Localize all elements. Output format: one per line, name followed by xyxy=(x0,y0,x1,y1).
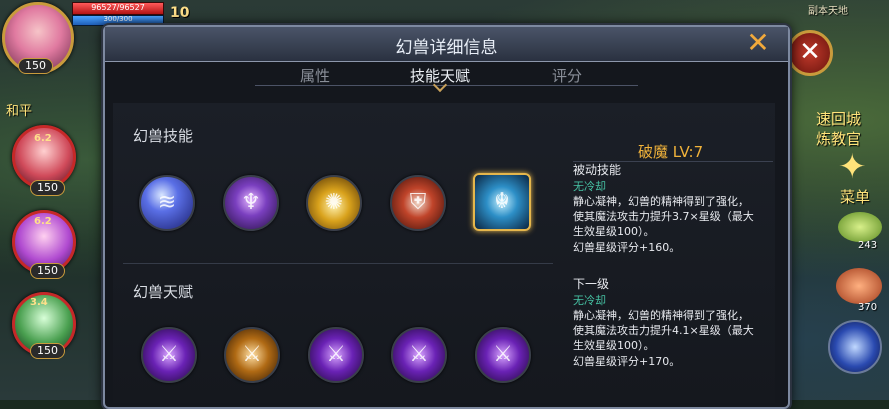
tab-attributes[interactable]: 属性 xyxy=(300,65,330,86)
dialog-title: 幻兽详细信息 xyxy=(395,38,498,58)
violet-blade-talent-icon[interactable]: ⚔ xyxy=(141,327,197,383)
compass-star-icon[interactable]: ✦ xyxy=(838,150,867,184)
talents-section-label: 幻兽天赋 xyxy=(133,283,194,301)
party-member-num-3: 3.4 xyxy=(30,297,48,308)
return-city-label[interactable]: 速回城 xyxy=(816,108,861,129)
party-member-num-1: 6.2 xyxy=(34,133,52,144)
next-level-label: 下一级 xyxy=(573,277,610,291)
current-desc-line-3: 生效星级100）。 xyxy=(573,225,655,238)
item-count-1: 243 xyxy=(858,240,878,251)
skill-glyph: ✺ xyxy=(324,190,344,215)
red-shield-skill-icon[interactable]: ⛨ xyxy=(390,175,446,231)
next-desc-line-2: 使其魔法攻击力提升4.1×星级（最大 xyxy=(573,324,754,337)
dialog-tabs: 属性 技能天赋 评分 xyxy=(105,63,788,93)
blue-slash-skill-icon[interactable]: ≋ xyxy=(139,175,195,231)
talent-glyph: ⚔ xyxy=(159,342,179,367)
violet-blade-talent-icon-3[interactable]: ⚔ xyxy=(391,327,447,383)
current-score: 幻兽星级评分+160。 xyxy=(573,241,681,254)
orange-blade-talent-icon[interactable]: ⚔ xyxy=(224,327,280,383)
player-level-badge: 150 xyxy=(18,58,53,74)
tab-score[interactable]: 评分 xyxy=(552,65,582,86)
left-tag: 和平 xyxy=(6,104,33,119)
talent-glyph: ⚔ xyxy=(242,342,262,367)
next-desc-line-1: 静心凝神，幻兽的精神得到了强化， xyxy=(573,309,749,322)
next-score: 幻兽星级评分+170。 xyxy=(573,355,681,368)
next-desc-line-3: 生效星级100）。 xyxy=(573,339,655,352)
talent-glyph: ⚔ xyxy=(326,342,346,367)
pet-detail-dialog: 幻兽详细信息 ✕ 属性 技能天赋 评分 幻兽技能 ≋ ♆ ✺ ⛨ ☬ 幻兽天赋 … xyxy=(103,25,790,409)
talent-glyph: ⚔ xyxy=(409,342,429,367)
hp-bar: 96527/96527 xyxy=(72,2,164,15)
party-member-num-2: 6.2 xyxy=(34,216,52,227)
skill-name: 破魔 LV:7 xyxy=(638,143,704,161)
party-member-level-1: 150 xyxy=(30,180,65,196)
current-desc-line-1: 静心凝神，幻兽的精神得到了强化， xyxy=(573,195,749,208)
mp-text: 300/300 xyxy=(103,15,133,23)
cyan-demon-skill-icon[interactable]: ☬ xyxy=(473,173,531,231)
current-cooldown: 无冷却 xyxy=(573,180,606,193)
violet-blade-talent-icon-4[interactable]: ⚔ xyxy=(475,327,531,383)
skill-glyph: ⛨ xyxy=(409,190,427,215)
current-desc-line-2: 使其魔法攻击力提升3.7×星级（最大 xyxy=(573,210,754,223)
side-number: 10 xyxy=(170,5,190,21)
section-divider xyxy=(123,263,553,264)
blue-flame-skill-icon[interactable] xyxy=(828,320,882,374)
violet-blade-talent-icon-2[interactable]: ⚔ xyxy=(308,327,364,383)
menu-label[interactable]: 菜单 xyxy=(840,186,870,207)
horn-item-icon[interactable] xyxy=(836,268,882,304)
scroll-item-icon[interactable] xyxy=(838,212,882,242)
trainer-label[interactable]: 炼教官 xyxy=(816,128,861,149)
gold-burst-skill-icon[interactable]: ✺ xyxy=(306,175,362,231)
dialog-close-button[interactable]: ✕ xyxy=(744,29,772,58)
dialog-titlebar: 幻兽详细信息 ✕ xyxy=(105,27,788,62)
purple-figure-skill-icon[interactable]: ♆ xyxy=(223,175,279,231)
info-divider xyxy=(573,161,773,162)
outer-close-button[interactable]: ✕ xyxy=(787,30,833,76)
skill-glyph: ☬ xyxy=(494,189,510,214)
skills-section-label: 幻兽技能 xyxy=(133,127,194,145)
skill-glyph: ≋ xyxy=(157,190,177,215)
party-member-level-3: 150 xyxy=(30,343,65,359)
talent-glyph: ⚔ xyxy=(493,342,513,367)
party-member-level-2: 150 xyxy=(30,263,65,279)
dialog-content: 幻兽技能 ≋ ♆ ✺ ⛨ ☬ 幻兽天赋 ⚔ ⚔ ⚔ ⚔ ⚔ 破魔 LV:7 被动… xyxy=(113,103,775,403)
current-skill-type: 被动技能 xyxy=(573,163,622,177)
dungeon-label: 副本天地 xyxy=(808,6,848,17)
next-cooldown: 无冷却 xyxy=(573,294,606,307)
item-count-2: 370 xyxy=(858,302,878,313)
skill-glyph: ♆ xyxy=(241,190,261,215)
hp-text: 96527/96527 xyxy=(91,3,145,12)
